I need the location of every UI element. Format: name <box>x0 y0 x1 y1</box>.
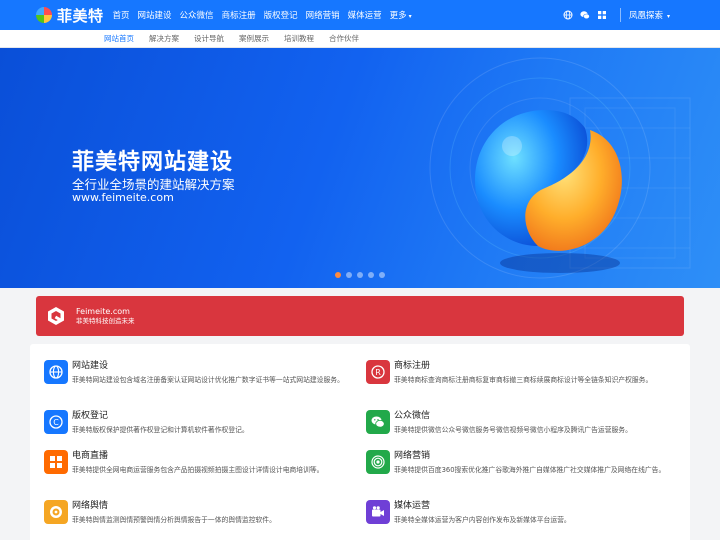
subnav-partners[interactable]: 合作伙伴 <box>329 33 359 44</box>
hero-banner[interactable]: 菲美特网站建设 全行业全场景的建站解决方案 www.feimeite.com <box>0 48 720 288</box>
carousel-indicators <box>335 272 390 278</box>
service-item-website[interactable]: 网站建设 菲美特网站建设包含域名注册备案认证网站设计优化推广数字证书等一站式网站… <box>44 360 344 385</box>
feimeite-logo-icon <box>48 307 64 325</box>
globe-icon <box>44 360 68 384</box>
divider <box>619 8 621 22</box>
wechat-icon <box>366 410 390 434</box>
carousel-dot[interactable] <box>379 272 385 278</box>
logo-icon <box>36 7 52 23</box>
top-right-tools: 凤凰探索 ▾ <box>563 0 720 30</box>
nav-item-trademark[interactable]: 商标注册 <box>222 9 256 21</box>
carousel-dot[interactable] <box>346 272 352 278</box>
subnav-tutorials[interactable]: 培训教程 <box>284 33 314 44</box>
service-desc: 菲美特商标查询商标注册商标复审商标撤三商标续展商标设计等全链条知识产权服务。 <box>394 376 653 384</box>
service-title: 网络营销 <box>394 451 431 461</box>
service-desc: 菲美特全媒体运营为客户内容创作发布及新媒体平台运营。 <box>394 516 571 524</box>
subnav-design-nav[interactable]: 设计导航 <box>194 33 224 44</box>
service-item-sentiment[interactable]: 网络舆情 菲美特舆情监测舆情预警舆情分析舆情报告于一体的舆情监控软件。 <box>44 500 344 525</box>
carousel-dot[interactable] <box>368 272 374 278</box>
service-item-wechat[interactable]: 公众微信 菲美特提供微信公众号微信服务号微信视频号微信小程序及腾讯广告运营服务。 <box>366 410 666 435</box>
logo[interactable]: 菲美特 <box>36 5 104 26</box>
chevron-down-icon: ▾ <box>666 13 670 20</box>
service-item-marketing[interactable]: 网络营销 菲美特提供百度360搜索优化推广谷歌海外推广自媒体推广社交媒体推广及网… <box>366 450 666 475</box>
service-desc: 菲美特提供百度360搜索优化推广谷歌海外推广自媒体推广社交媒体推广及网络在线广告… <box>394 466 666 474</box>
nav-item-website[interactable]: 网站建设 <box>138 9 172 21</box>
svg-text:R: R <box>375 368 381 377</box>
promo-card[interactable]: Feimeite.com 菲美特科技创造未来 <box>36 296 684 336</box>
chevron-down-icon: ▾ <box>408 13 412 20</box>
service-desc: 菲美特网站建设包含域名注册备案认证网站设计优化推广数字证书等一站式网站建设服务。 <box>72 376 344 384</box>
shop-icon <box>44 450 68 474</box>
grid-icon[interactable] <box>597 10 607 20</box>
registered-icon: R <box>366 360 390 384</box>
service-item-copyright[interactable]: C 版权登记 菲美特版权保护提供著作权登记和计算机软件著作权登记。 <box>44 410 344 435</box>
promo-title: Feimeite.com <box>76 306 130 316</box>
service-desc: 菲美特提供微信公众号微信服务号微信视频号微信小程序及腾讯广告运营服务。 <box>394 426 632 434</box>
service-item-ecommerce[interactable]: 电商直播 菲美特提供全网电商运营服务包含产品拍摄视频拍摄主图设计详情设计电商培训… <box>44 450 344 475</box>
carousel-dot[interactable] <box>357 272 363 278</box>
banner-illustration <box>429 57 691 279</box>
nav-item-wechat[interactable]: 公众微信 <box>180 9 214 21</box>
nav-item-home[interactable]: 首页 <box>113 9 130 21</box>
signal-icon <box>366 450 390 474</box>
explore-dropdown[interactable]: 凤凰探索 ▾ <box>629 9 670 21</box>
carousel-dot[interactable] <box>335 272 341 278</box>
service-desc: 菲美特版权保护提供著作权登记和计算机软件著作权登记。 <box>72 426 249 434</box>
service-title: 版权登记 <box>72 411 109 421</box>
top-navbar: 菲美特 首页 网站建设 公众微信 商标注册 版权登记 网络营销 媒体运营 更多 ▾… <box>0 0 720 30</box>
nav-item-more[interactable]: 更多 ▾ <box>390 9 412 21</box>
service-title: 媒体运营 <box>394 501 431 511</box>
service-item-media[interactable]: 媒体运营 菲美特全媒体运营为客户内容创作发布及新媒体平台运营。 <box>366 500 666 525</box>
svg-text:C: C <box>53 418 59 427</box>
copyright-icon: C <box>44 410 68 434</box>
subnav-home[interactable]: 网站首页 <box>104 33 134 44</box>
wechat-icon[interactable] <box>580 10 590 20</box>
video-icon <box>366 500 390 524</box>
banner-title: 菲美特网站建设 <box>72 150 234 175</box>
logo-text: 菲美特 <box>57 6 104 25</box>
nav-item-copyright[interactable]: 版权登记 <box>264 9 298 21</box>
globe-icon[interactable] <box>563 10 573 20</box>
promo-subtitle: 菲美特科技创造未来 <box>76 316 135 325</box>
nav-more-label: 更多 <box>389 11 407 21</box>
service-title: 商标注册 <box>394 361 431 371</box>
subnav-solutions[interactable]: 解决方案 <box>149 33 179 44</box>
target-icon <box>44 500 68 524</box>
service-title: 电商直播 <box>72 451 109 461</box>
service-item-trademark[interactable]: R 商标注册 菲美特商标查询商标注册商标复审商标撤三商标续展商标设计等全链条知识… <box>366 360 666 385</box>
service-desc: 菲美特提供全网电商运营服务包含产品拍摄视频拍摄主图设计详情设计电商培训等。 <box>72 466 324 474</box>
services-panel: 网站建设 菲美特网站建设包含域名注册备案认证网站设计优化推广数字证书等一站式网站… <box>30 344 690 540</box>
nav-item-marketing[interactable]: 网络营销 <box>306 9 340 21</box>
explore-label: 凤凰探索 <box>628 11 663 21</box>
service-title: 公众微信 <box>394 411 431 421</box>
service-title: 网络舆情 <box>72 501 109 511</box>
service-desc: 菲美特舆情监测舆情预警舆情分析舆情报告于一体的舆情监控软件。 <box>72 516 276 524</box>
service-title: 网站建设 <box>72 361 109 371</box>
banner-url[interactable]: www.feimeite.com <box>72 191 174 204</box>
nav-item-media[interactable]: 媒体运营 <box>348 9 382 21</box>
promo-text: Feimeite.com 菲美特科技创造未来 <box>76 307 135 326</box>
main-nav: 首页 网站建设 公众微信 商标注册 版权登记 网络营销 媒体运营 更多 ▾ <box>113 9 420 21</box>
sub-nav: 网站首页 解决方案 设计导航 案例展示 培训教程 合作伙伴 <box>0 30 720 48</box>
subnav-cases[interactable]: 案例展示 <box>239 33 269 44</box>
